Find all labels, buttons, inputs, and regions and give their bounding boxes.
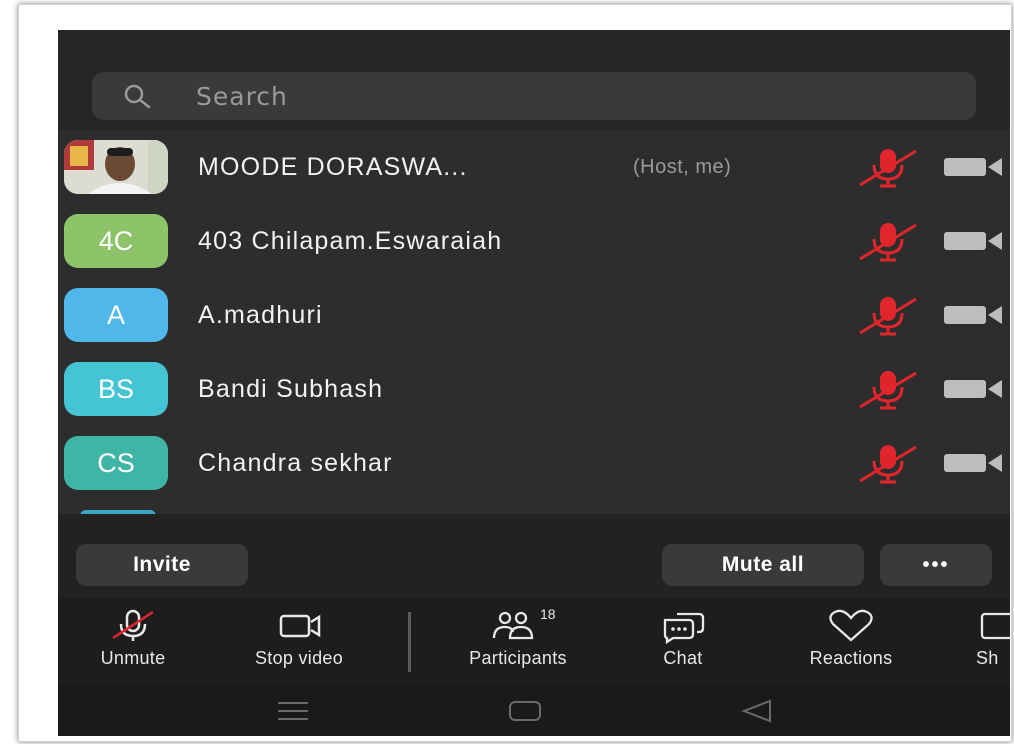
share-label: Sh (976, 648, 999, 668)
stop-video-button[interactable]: Stop video (224, 608, 374, 669)
camera-icon[interactable] (942, 300, 1008, 330)
avatar-photo (64, 140, 168, 194)
stop-video-label: Stop video (254, 648, 344, 668)
participant-row[interactable]: A A.madhuri (58, 278, 1010, 352)
menu-icon[interactable] (276, 700, 310, 722)
unmute-button[interactable]: Unmute (80, 608, 186, 669)
participant-row[interactable]: MOODE DORASWA... (Host, me) (58, 130, 1010, 204)
camera-icon[interactable] (942, 374, 1008, 404)
back-icon[interactable] (740, 698, 774, 724)
participants-label: Participants (469, 648, 567, 668)
participant-row[interactable]: BS Bandi Subhash (58, 352, 1010, 426)
muted-mic-icon[interactable] (856, 293, 920, 337)
participant-actions: Invite Mute all ••• (58, 514, 1010, 598)
participant-name: MOODE DORASWA... (198, 152, 468, 181)
participant-row[interactable]: CS Chandra sekhar (58, 426, 1010, 500)
system-nav-bar (58, 684, 1010, 736)
avatar: CS (64, 436, 168, 490)
avatar: A (64, 288, 168, 342)
search-icon (124, 84, 151, 109)
avatar: BS (64, 362, 168, 416)
muted-mic-icon[interactable] (856, 219, 920, 263)
muted-mic-icon[interactable] (856, 145, 920, 189)
video-camera-icon (279, 614, 321, 638)
participants-icon (492, 611, 534, 640)
participant-name: A.madhuri (198, 300, 323, 329)
participant-name: Bandi Subhash (198, 374, 384, 403)
toolbar-divider (408, 612, 411, 672)
search-bar[interactable]: Search (92, 72, 976, 120)
participant-list: MOODE DORASWA... (Host, me) 4C 403 Chila… (58, 130, 1010, 514)
unmute-label: Unmute (100, 648, 166, 668)
meeting-toolbar: Unmute Stop video 18 Participants Chat R… (58, 598, 1010, 684)
participants-button[interactable]: 18 Participants (438, 606, 598, 669)
invite-button[interactable]: Invite (76, 544, 248, 586)
share-button[interactable]: Sh (976, 608, 1010, 669)
chat-icon (663, 612, 705, 644)
reactions-button[interactable]: Reactions (778, 608, 924, 669)
camera-icon[interactable] (942, 226, 1008, 256)
chat-label: Chat (663, 648, 703, 668)
reactions-label: Reactions (809, 648, 893, 668)
avatar: 4C (64, 214, 168, 268)
share-screen-icon (980, 612, 1010, 640)
participant-name: Chandra sekhar (198, 448, 393, 477)
camera-icon[interactable] (942, 448, 1008, 478)
screenshot-frame: Search MOODE DORASWA... (Host, me) 4C 40… (18, 4, 1012, 742)
participants-count-badge: 18 (540, 606, 556, 622)
search-input[interactable]: Search (196, 82, 288, 111)
chat-button[interactable]: Chat (638, 608, 728, 669)
participant-row[interactable]: 4C 403 Chilapam.Eswaraiah (58, 204, 1010, 278)
mute-all-button[interactable]: Mute all (662, 544, 864, 586)
muted-mic-icon[interactable] (856, 441, 920, 485)
camera-icon[interactable] (942, 152, 1008, 182)
participant-name: 403 Chilapam.Eswaraiah (198, 226, 503, 255)
meeting-participants-screen: Search MOODE DORASWA... (Host, me) 4C 40… (58, 30, 1010, 736)
muted-mic-icon[interactable] (856, 367, 920, 411)
home-icon[interactable] (508, 700, 542, 722)
mic-off-icon (112, 609, 154, 641)
heart-icon (829, 609, 873, 642)
participant-role: (Host, me) (633, 155, 732, 178)
more-options-button[interactable]: ••• (880, 544, 992, 586)
